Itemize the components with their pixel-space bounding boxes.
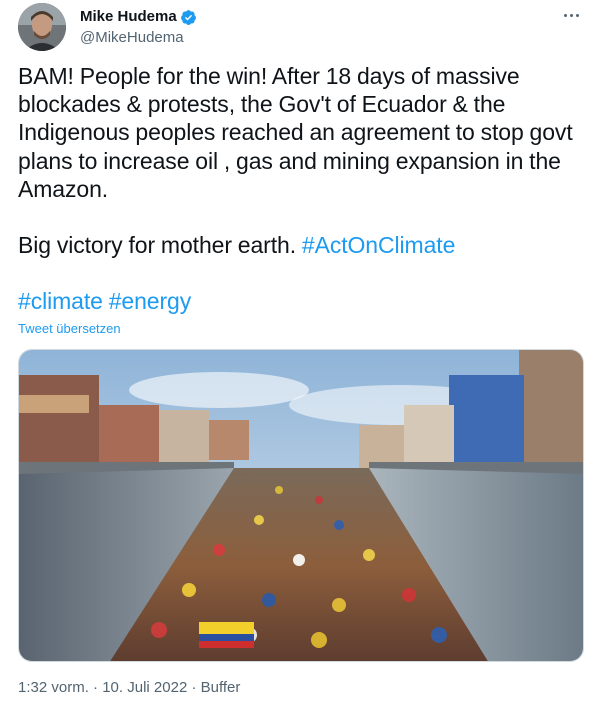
tweet-paragraph-1: BAM! People for the win! After 18 days o…: [18, 63, 573, 202]
hashtag-energy[interactable]: #energy: [109, 288, 192, 314]
tweet-time[interactable]: 1:32 vorm.: [18, 679, 89, 696]
crowd-protest-image-icon: [19, 350, 583, 661]
tweet-source[interactable]: Buffer: [201, 679, 241, 696]
tweet-date[interactable]: 10. Juli 2022: [102, 679, 187, 696]
tweet-text: BAM! People for the win! After 18 days o…: [18, 62, 588, 315]
verified-badge-icon: [180, 9, 197, 26]
hashtag-climate[interactable]: #climate: [18, 288, 103, 314]
tweet-hashtags-line: #climate #energy: [18, 287, 588, 315]
tweet-card: Mike Hudema @MikeHudema BAM! People for …: [0, 0, 601, 726]
author-handle[interactable]: @MikeHudema: [80, 28, 197, 48]
meta-separator-1: ·: [88, 679, 103, 696]
author-avatar[interactable]: [18, 3, 66, 51]
translate-tweet-link[interactable]: Tweet übersetzen: [18, 321, 121, 336]
tweet-header: Mike Hudema @MikeHudema: [18, 3, 583, 51]
more-options-icon[interactable]: [559, 5, 583, 25]
tweet-paragraph-2-text: Big victory for mother earth.: [18, 232, 302, 259]
author-display-name[interactable]: Mike Hudema: [80, 7, 177, 27]
person-avatar-icon: [18, 3, 66, 51]
tweet-metadata: 1:32 vorm. · 10. Juli 2022 · Buffer: [18, 679, 240, 696]
tweet-paragraph-2: Big victory for mother earth. #ActOnClim…: [18, 231, 588, 259]
hashtag-actonclimate[interactable]: #ActOnClimate: [302, 232, 455, 258]
tweet-media[interactable]: [18, 349, 584, 662]
meta-separator-2: ·: [187, 679, 201, 696]
author-names: Mike Hudema @MikeHudema: [80, 7, 197, 48]
